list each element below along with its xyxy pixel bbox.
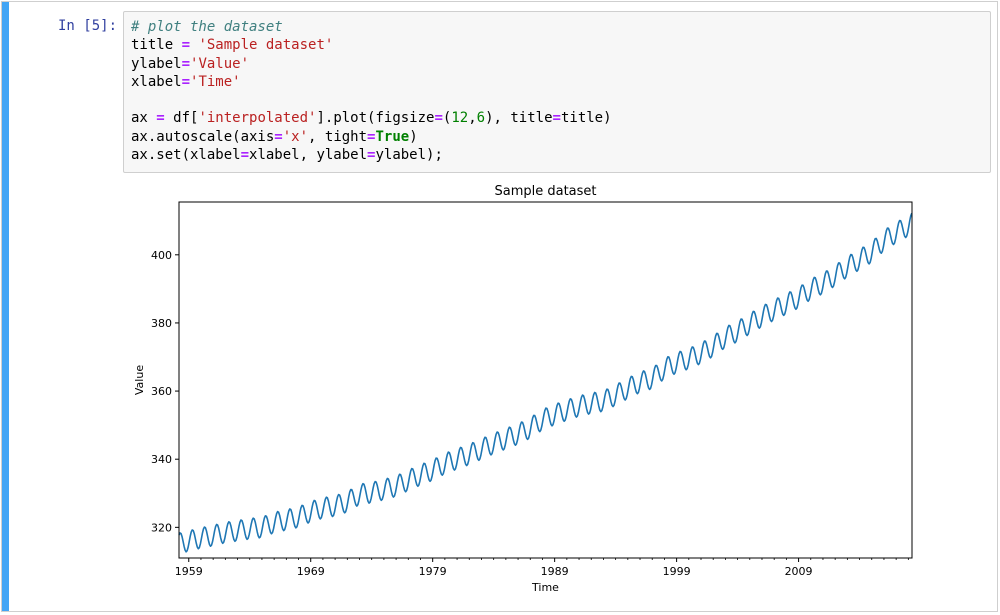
x-axis-label: Time	[531, 581, 559, 594]
code-line: ax.autoscale(axis='x', tight=True)	[131, 128, 990, 146]
code-token: =	[240, 147, 250, 164]
code-token: True	[375, 128, 410, 145]
y-axis-label: Value	[133, 365, 146, 395]
code-token: 'interpolated'	[198, 110, 317, 127]
code-token: df[	[164, 110, 199, 127]
y-tick-label: 340	[151, 453, 172, 466]
code-line: ax.set(xlabel=xlabel, ylabel=ylabel);	[131, 146, 990, 164]
code-token: =	[181, 73, 191, 90]
code-token: =	[181, 37, 191, 54]
code-line: ax = df['interpolated'].plot(figsize=(12…	[131, 109, 990, 127]
code-token: ax.set(xlabel	[131, 147, 241, 164]
plot-frame	[178, 201, 913, 559]
code-token: 'x'	[282, 128, 309, 145]
code-token: 'Sample dataset'	[198, 37, 334, 54]
code-token: ax	[131, 110, 157, 127]
y-tick-label: 360	[151, 385, 172, 398]
code-token: ax.autoscale(axis	[131, 128, 275, 145]
code-token: xlabel, ylabel	[249, 147, 368, 164]
code-token: =	[274, 128, 283, 145]
y-tick-label: 400	[151, 249, 172, 262]
code-token: ylabel);	[375, 147, 443, 164]
code-token: 'Time'	[190, 73, 241, 90]
y-tick-label: 380	[151, 317, 172, 330]
code-token: =	[156, 110, 165, 127]
x-tick-label: 1959	[175, 565, 203, 578]
chart-title: Sample dataset	[494, 184, 596, 199]
y-tick-label: 320	[151, 521, 172, 534]
code-token: xlabel	[131, 73, 182, 90]
code-token: 6	[476, 110, 486, 127]
code-line: title = 'Sample dataset'	[131, 36, 990, 54]
code-token: ), title	[485, 110, 553, 127]
code-token: , tight	[308, 128, 368, 145]
x-tick-label: 1969	[297, 565, 325, 578]
code-token: 12	[451, 110, 469, 127]
code-token: ].plot(figsize	[316, 110, 435, 127]
code-token: title	[131, 37, 182, 54]
code-token: title)	[560, 110, 612, 127]
code-token: =	[434, 110, 443, 127]
code-token: ,	[468, 110, 477, 127]
code-line: xlabel='Time'	[131, 73, 990, 91]
x-tick-label: 1989	[541, 565, 569, 578]
code-line: ylabel='Value'	[131, 55, 990, 73]
x-tick-label: 1999	[663, 565, 691, 578]
code-token: )	[409, 128, 418, 145]
code-token: =	[181, 55, 191, 72]
code-token: # plot the dataset	[131, 19, 283, 35]
code-token: =	[552, 110, 561, 127]
code-editor[interactable]: # plot the dataset title = 'Sample datase…	[123, 11, 991, 173]
cell-selection-bar	[2, 2, 9, 611]
x-tick-label: 2009	[785, 565, 813, 578]
x-tick-label: 1979	[419, 565, 447, 578]
line-chart: 320 340 360 380 400 1959 1969 1979 1989 1999 2009 S…	[133, 184, 913, 594]
series-line	[178, 212, 913, 553]
code-line: # plot the dataset	[131, 18, 990, 36]
code-token: 'Value'	[190, 55, 250, 72]
input-prompt: In [5]:	[58, 18, 118, 34]
code-token: ylabel	[131, 55, 182, 72]
